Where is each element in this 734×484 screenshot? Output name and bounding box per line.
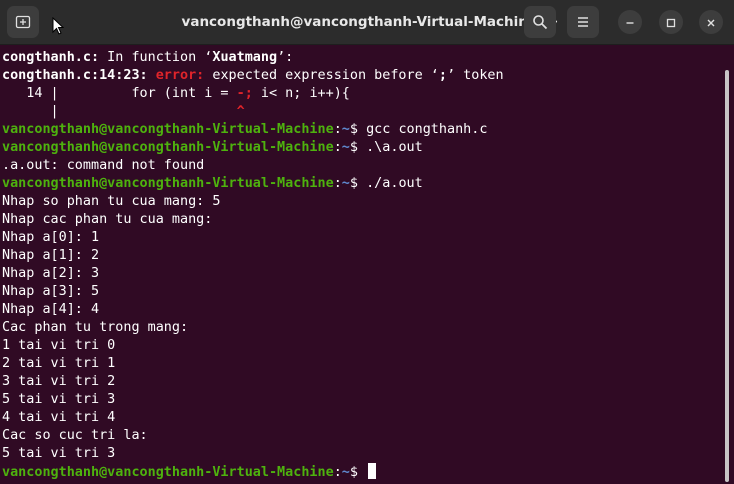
output-line: Nhap a[3]: 5: [2, 284, 100, 299]
title-bar: vancongthanh@vancongthanh-Virtual-Machin…: [0, 0, 734, 45]
output-line: 3 tai vi tri 2: [2, 374, 116, 389]
command-text: .\a.out: [366, 140, 423, 155]
new-tab-button[interactable]: [7, 6, 39, 38]
prompt-line: vancongthanh@vancongthanh-Virtual-Machin…: [2, 122, 488, 137]
terminal-output[interactable]: congthanh.c: In function ‘Xuatmang’: con…: [2, 49, 718, 481]
output-line: 1 tai vi tri 0: [2, 338, 116, 353]
search-button[interactable]: [524, 6, 556, 38]
terminal-window: vancongthanh@vancongthanh-Virtual-Machin…: [0, 0, 734, 484]
output-line: .a.out: command not found: [2, 158, 205, 173]
menu-button[interactable]: [567, 6, 599, 38]
output-line: 4 tai vi tri 4: [2, 410, 116, 425]
output-line: 5 tai vi tri 3: [2, 392, 116, 407]
output-line: Nhap a[1]: 2: [2, 248, 100, 263]
compiler-error-line: congthanh.c:14:23: error: expected expre…: [2, 68, 504, 83]
close-button[interactable]: [699, 10, 723, 34]
command-text: gcc congthanh.c: [366, 122, 488, 137]
maximize-icon: [666, 13, 676, 32]
prompt-line: vancongthanh@vancongthanh-Virtual-Machin…: [2, 140, 423, 155]
output-line: Nhap a[2]: 3: [2, 266, 100, 281]
error-caret-line: | ^: [2, 104, 245, 119]
output-line: Nhap a[4]: 4: [2, 302, 100, 317]
output-line: 2 tai vi tri 1: [2, 356, 116, 371]
output-line: Nhap so phan tu cua mang: 5: [2, 194, 221, 209]
prompt-line: vancongthanh@vancongthanh-Virtual-Machin…: [2, 176, 423, 191]
output-line: Cac so cuc tri la:: [2, 428, 148, 443]
compiler-message-line: congthanh.c: In function ‘Xuatmang’:: [2, 50, 294, 65]
output-line: 5 tai vi tri 3: [2, 446, 116, 461]
mouse-pointer-icon: [52, 16, 65, 39]
output-line: Cac phan tu trong mang:: [2, 320, 189, 335]
close-icon: [706, 13, 716, 32]
search-icon: [532, 14, 548, 30]
output-line: Nhap a[0]: 1: [2, 230, 100, 245]
active-prompt-line[interactable]: vancongthanh@vancongthanh-Virtual-Machin…: [2, 463, 718, 481]
hamburger-menu-icon: [575, 14, 591, 30]
scrollbar[interactable]: [725, 70, 729, 482]
new-tab-icon: [15, 14, 31, 30]
minimize-icon: [625, 13, 635, 32]
minimize-button[interactable]: [618, 10, 642, 34]
output-line: Nhap cac phan tu cua mang:: [2, 212, 213, 227]
text-cursor: [368, 463, 377, 479]
maximize-button[interactable]: [659, 10, 683, 34]
source-code-line: 14 | for (int i = -; i< n; i++){: [2, 86, 350, 101]
command-text: ./a.out: [366, 176, 423, 191]
